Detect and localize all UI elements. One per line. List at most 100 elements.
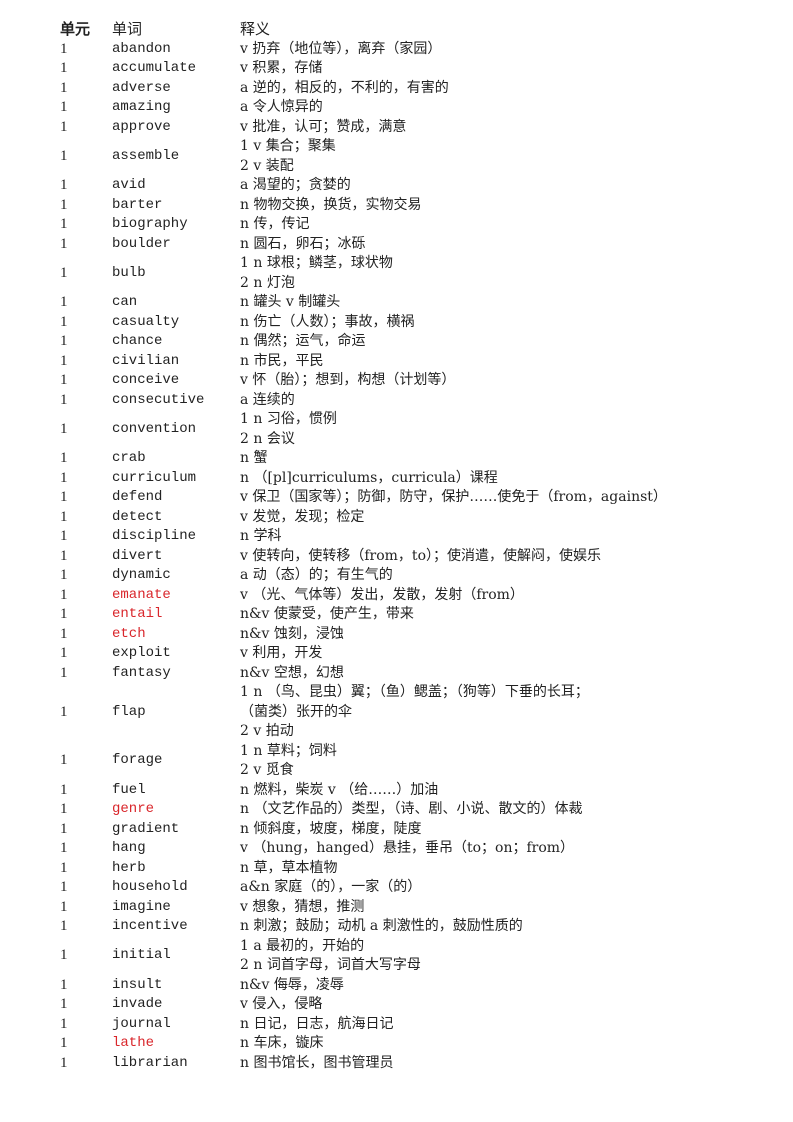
- definition-cell: 1 n 习俗，惯例 2 n 会议: [240, 410, 780, 449]
- definition-line: 1 n 习俗，惯例: [240, 411, 337, 427]
- definition-line: n 燃料，柴炭 v （给……）加油: [240, 781, 439, 798]
- unit-cell: 1: [60, 294, 68, 310]
- definition-line: n 圆石，卵石；冰砾: [240, 235, 366, 252]
- word-cell: exploit: [112, 645, 171, 661]
- definition-cell: v （hung，hanged）悬挂，垂吊（to；on；from）: [240, 839, 780, 859]
- word-cell: crab: [112, 450, 146, 466]
- table-row: 1 crab n 蟹: [60, 449, 780, 469]
- unit-cell: 1: [60, 781, 68, 798]
- table-row: 1 imagine v 想象，猜想，推测: [60, 898, 780, 918]
- definition-line: n 罐头 v 制罐头: [240, 294, 341, 310]
- definition-line: v 侵入，侵略: [240, 996, 323, 1012]
- table-row: 1 divert v 使转向，使转移（from，to）；使消遣，使解闷，使娱乐: [60, 547, 780, 567]
- word-cell: journal: [112, 1015, 171, 1032]
- table-row: 1 dynamic a 动（态）的；有生气的: [60, 566, 780, 586]
- definition-cell: v 保卫（国家等）；防御，防守，保护……使免于（from，against）: [240, 488, 780, 508]
- unit-cell: 1: [60, 1015, 68, 1032]
- definition-cell: n&v 空想，幻想: [240, 664, 780, 684]
- definition-line: a&n 家庭（的），一家（的）: [240, 879, 422, 895]
- word-cell: insult: [112, 976, 163, 993]
- unit-cell: 1: [60, 840, 68, 856]
- unit-cell: 1: [60, 508, 68, 525]
- definition-line: （菌类）张开的伞: [240, 703, 352, 720]
- word-cell: lathe: [112, 1035, 155, 1051]
- definition-cell: n 市民，平民: [240, 352, 780, 372]
- unit-cell: 1: [60, 450, 68, 466]
- definition-cell: v 利用，开发: [240, 644, 780, 664]
- unit-cell: 1: [60, 752, 68, 769]
- unit-cell: 1: [60, 703, 68, 720]
- unit-cell: 1: [60, 420, 68, 437]
- unit-cell: 1: [60, 547, 68, 564]
- unit-cell: 1: [60, 947, 68, 964]
- definition-line: 1 a 最初的，开始的: [240, 937, 365, 954]
- header-unit: 单元: [60, 20, 91, 38]
- definition-cell: v 想象，猜想，推测: [240, 898, 780, 918]
- definition-line: n&v 侮辱，凌辱: [240, 976, 344, 993]
- unit-cell: 1: [60, 645, 68, 661]
- word-cell: gradient: [112, 820, 180, 837]
- definition-cell: a 逆的，相反的，不利的，有害的: [240, 79, 780, 99]
- word-cell: discipline: [112, 528, 197, 544]
- word-cell: hang: [112, 840, 146, 856]
- table-row: 1 flap 1 n （鸟、昆虫）翼；（鱼）鳃盖；（狗等）下垂的长耳； （菌类）张开的…: [60, 683, 780, 742]
- unit-cell: 1: [60, 567, 68, 583]
- table-row: 1 avid a 渴望的；贪婪的: [60, 176, 780, 196]
- unit-cell: 1: [60, 1035, 68, 1051]
- word-cell: fantasy: [112, 664, 171, 681]
- definition-cell: n 刺激；鼓励；动机 a 刺激性的，鼓励性质的: [240, 917, 780, 937]
- definition-cell: v 扔弃（地位等），离弃（家园）: [240, 40, 780, 60]
- definition-line: a 连续的: [240, 391, 295, 408]
- definition-cell: n （文艺作品的）类型，（诗、剧、小说、散文的）体裁: [240, 800, 780, 820]
- definition-line: a 渴望的；贪婪的: [240, 177, 351, 193]
- definition-cell: n 蟹: [240, 449, 780, 469]
- table-row: 1 hang v （hung，hanged）悬挂，垂吊（to；on；from）: [60, 839, 780, 859]
- table-row: 1 gradient n 倾斜度，坡度，梯度，陡度: [60, 820, 780, 840]
- word-cell: initial: [112, 947, 171, 964]
- table-row: 1 lathe n 车床，镟床: [60, 1034, 780, 1054]
- table-row: 1 can n 罐头 v 制罐头: [60, 293, 780, 313]
- unit-cell: 1: [60, 372, 68, 388]
- definition-line: n 蟹: [240, 450, 268, 466]
- word-cell: imagine: [112, 898, 171, 915]
- word-cell: biography: [112, 216, 188, 232]
- word-cell: curriculum: [112, 469, 197, 486]
- word-cell: consecutive: [112, 391, 205, 408]
- definition-line: n （[pl]curriculums，curricula）课程: [240, 469, 498, 486]
- definition-cell: n 学科: [240, 527, 780, 547]
- word-cell: assemble: [112, 147, 180, 164]
- definition-line: v 保卫（国家等）；防御，防守，保护……使免于（from，against）: [240, 489, 667, 505]
- word-cell: divert: [112, 547, 163, 564]
- definition-line: n 学科: [240, 528, 282, 544]
- definition-cell: v 怀（胎）；想到，构想（计划等）: [240, 371, 780, 391]
- definition-line: v （hung，hanged）悬挂，垂吊（to；on；from）: [240, 840, 575, 856]
- definition-line: 1 n 球根；鳞茎，球状物: [240, 255, 393, 271]
- definition-cell: n 传，传记: [240, 215, 780, 235]
- definition-cell: n&v 蚀刻，浸蚀: [240, 625, 780, 645]
- unit-cell: 1: [60, 898, 68, 915]
- unit-cell: 1: [60, 469, 68, 486]
- unit-cell: 1: [60, 489, 68, 505]
- table-row: 1 librarian n 图书馆长，图书管理员: [60, 1054, 780, 1074]
- word-cell: dynamic: [112, 567, 171, 583]
- definition-line: n&v 使蒙受，使产生，带来: [240, 606, 414, 622]
- word-cell: barter: [112, 196, 163, 213]
- definition-line: 2 n 词首字母，词首大写字母: [240, 957, 421, 973]
- definition-line: n 物物交换，换货，实物交易: [240, 196, 422, 213]
- table-row: 1 initial 1 a 最初的，开始的 2 n 词首字母，词首大写字母: [60, 937, 780, 976]
- word-cell: defend: [112, 489, 163, 505]
- definition-cell: v 积累，存储: [240, 59, 780, 79]
- table-row: 1 entail n&v 使蒙受，使产生，带来: [60, 605, 780, 625]
- definition-cell: n 倾斜度，坡度，梯度，陡度: [240, 820, 780, 840]
- word-cell: convention: [112, 420, 197, 437]
- table-row: 1 assemble 1 v 集合；聚集 2 v 装配: [60, 137, 780, 176]
- definition-line: v 发觉，发现；检定: [240, 508, 365, 525]
- unit-cell: 1: [60, 528, 68, 544]
- table-row: 1 insult n&v 侮辱，凌辱: [60, 976, 780, 996]
- word-cell: avid: [112, 177, 146, 193]
- definition-cell: n 圆石，卵石；冰砾: [240, 235, 780, 255]
- table-row: 1 fantasy n&v 空想，幻想: [60, 664, 780, 684]
- table-row: 1 curriculum n （[pl]curriculums，curricula）…: [60, 469, 780, 489]
- unit-cell: 1: [60, 79, 68, 96]
- word-cell: librarian: [112, 1054, 188, 1071]
